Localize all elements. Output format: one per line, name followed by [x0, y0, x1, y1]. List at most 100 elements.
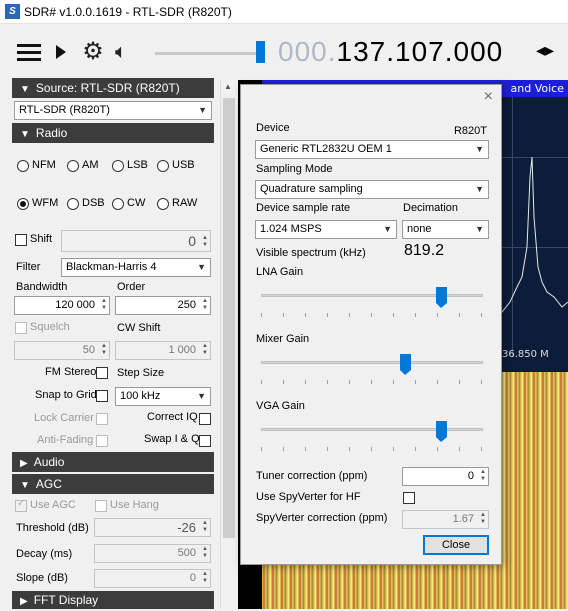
mode-label-cw: CW — [127, 197, 146, 209]
source-select-value: RTL-SDR (R820T) — [19, 104, 110, 116]
decay-input[interactable]: 500 ▲ ▼ — [94, 544, 211, 563]
useagc-label: Use AGC — [30, 499, 76, 511]
audio-header[interactable]: ▶ Audio — [12, 452, 214, 472]
chevron-down-icon: ▼ — [475, 184, 484, 194]
mode-radio-dsb[interactable] — [67, 198, 79, 210]
speaker-icon[interactable]: 🔈︎ — [115, 41, 127, 64]
fmstereo-checkbox[interactable] — [96, 367, 108, 379]
close-button[interactable]: Close — [423, 535, 489, 555]
sampling-mode-select[interactable]: Quadrature sampling ▼ — [255, 180, 489, 199]
close-icon[interactable]: × — [484, 88, 493, 106]
bandwidth-input[interactable]: 120 000 ▲ ▼ — [14, 296, 110, 315]
mode-radio-am[interactable] — [67, 160, 79, 172]
filter-select[interactable]: Blackman-Harris 4 ▼ — [61, 258, 211, 277]
lockcarrier-checkbox[interactable] — [96, 413, 108, 425]
sample-rate-select[interactable]: 1.024 MSPS ▼ — [255, 220, 397, 239]
order-input[interactable]: 250 ▲ ▼ — [115, 296, 211, 315]
squelch-input[interactable]: 50 ▲ ▼ — [14, 341, 110, 360]
sample-rate-label: Device sample rate — [256, 202, 351, 214]
tuner-correction-label: Tuner correction (ppm) — [256, 470, 368, 482]
chevron-down-icon: ▼ — [475, 144, 484, 154]
threshold-input[interactable]: -26 ▲ ▼ — [94, 518, 211, 537]
threshold-value: -26 — [177, 520, 196, 535]
spinner-icon[interactable]: ▲ ▼ — [202, 520, 208, 534]
lockcarrier-label: Lock Carrier — [34, 412, 94, 424]
snap-label: Snap to Grid — [35, 389, 97, 401]
device-label: Device — [256, 122, 290, 134]
volume-slider-thumb[interactable] — [256, 41, 265, 63]
agc-header[interactable]: ▼ AGC — [12, 474, 214, 494]
swapiq-checkbox[interactable] — [199, 435, 211, 447]
mode-radio-nfm[interactable] — [17, 160, 29, 172]
band-label: and Voice — [510, 82, 564, 95]
antifading-checkbox[interactable] — [96, 435, 108, 447]
volume-slider-track[interactable] — [155, 52, 265, 55]
spyverter-correction-label: SpyVerter correction (ppm) — [256, 512, 388, 524]
mode-radio-lsb[interactable] — [112, 160, 124, 172]
visible-spectrum-label: Visible spectrum (kHz) — [256, 247, 366, 259]
tuner-correction-value: 0 — [467, 470, 474, 482]
spyverter-correction-input[interactable]: 1.67 ▲ ▼ — [402, 510, 489, 529]
fft-header[interactable]: ▶ FFT Display — [12, 591, 214, 609]
order-value: 250 — [177, 299, 196, 311]
tuner-correction-input[interactable]: 0 ▲ ▼ — [402, 467, 489, 486]
device-select-value: Generic RTL2832U OEM 1 — [260, 143, 392, 155]
source-header[interactable]: ▼ Source: RTL-SDR (R820T) — [12, 78, 214, 98]
mixer-gain-thumb[interactable] — [400, 354, 412, 375]
useagc-checkbox[interactable]: ✓ — [15, 498, 27, 512]
shift-checkbox[interactable] — [15, 234, 27, 246]
spyverter-checkbox[interactable] — [403, 492, 415, 504]
spinner-icon[interactable]: ▲ ▼ — [202, 546, 208, 560]
spinner-icon[interactable]: ▲ ▼ — [202, 343, 208, 357]
app-logo-icon: S — [5, 4, 20, 19]
mixer-gain-track[interactable] — [261, 361, 483, 364]
audio-header-label: Audio — [33, 455, 65, 469]
mode-radio-usb[interactable] — [157, 160, 169, 172]
play-icon[interactable] — [56, 45, 66, 59]
correctiq-checkbox[interactable] — [199, 413, 211, 425]
vga-gain-track[interactable] — [261, 428, 483, 431]
bandwidth-label: Bandwidth — [16, 281, 68, 293]
spinner-icon[interactable]: ▲ ▼ — [480, 469, 486, 483]
spinner-icon[interactable]: ▲ ▼ — [101, 343, 107, 357]
spinner-icon[interactable]: ▲ ▼ — [202, 298, 208, 312]
decimation-select[interactable]: none ▼ — [402, 220, 489, 239]
slope-input[interactable]: 0 ▲ ▼ — [94, 569, 211, 588]
scroll-up-icon[interactable]: ▲ — [224, 82, 232, 91]
spyverter-label: Use SpyVerter for HF — [256, 491, 361, 503]
spinner-icon[interactable]: ▲ ▼ — [101, 298, 107, 312]
squelch-label: Squelch — [30, 321, 70, 333]
radio-header[interactable]: ▼ Radio — [12, 123, 214, 143]
spinner-icon[interactable]: ▲ ▼ — [202, 235, 208, 249]
mode-radio-cw[interactable] — [112, 198, 124, 210]
gear-icon[interactable]: ⚙ — [82, 40, 104, 64]
usehang-checkbox[interactable] — [95, 500, 107, 512]
squelch-checkbox[interactable] — [15, 322, 27, 334]
slider-ticks — [261, 380, 483, 384]
cwshift-input[interactable]: 1 000 ▲ ▼ — [115, 341, 211, 360]
scrollbar-thumb[interactable] — [223, 98, 235, 538]
tuning-arrows-icon[interactable]: ◂▸ — [536, 40, 554, 61]
mode-radio-raw[interactable] — [157, 198, 169, 210]
snap-checkbox[interactable] — [96, 390, 108, 402]
antifading-label: Anti-Fading — [37, 434, 94, 446]
source-header-label: Source: RTL-SDR (R820T) — [35, 81, 180, 95]
stepsize-select[interactable]: 100 kHz ▼ — [115, 387, 211, 406]
device-select[interactable]: Generic RTL2832U OEM 1 ▼ — [255, 140, 489, 159]
shift-input[interactable]: 0 ▲ ▼ — [61, 230, 211, 252]
spinner-icon[interactable]: ▲ ▼ — [480, 512, 486, 526]
stepsize-label: Step Size — [117, 367, 165, 379]
menu-icon[interactable] — [17, 44, 41, 62]
mode-radio-wfm[interactable] — [17, 198, 29, 210]
swapiq-label: Swap I & Q — [144, 433, 200, 445]
lna-gain-thumb[interactable] — [436, 287, 448, 308]
lna-gain-track[interactable] — [261, 294, 483, 297]
source-select[interactable]: RTL-SDR (R820T) ▼ — [14, 101, 212, 120]
frequency-display[interactable]: 000.137.107.000 — [278, 36, 503, 68]
spinner-icon[interactable]: ▲ ▼ — [202, 571, 208, 585]
panel-scrollbar[interactable]: ▲ — [220, 80, 236, 609]
sampling-mode-value: Quadrature sampling — [260, 183, 363, 195]
chevron-down-icon: ▼ — [198, 105, 207, 115]
window-title: SDR# v1.0.0.1619 - RTL-SDR (R820T) — [24, 5, 232, 19]
vga-gain-thumb[interactable] — [436, 421, 448, 442]
